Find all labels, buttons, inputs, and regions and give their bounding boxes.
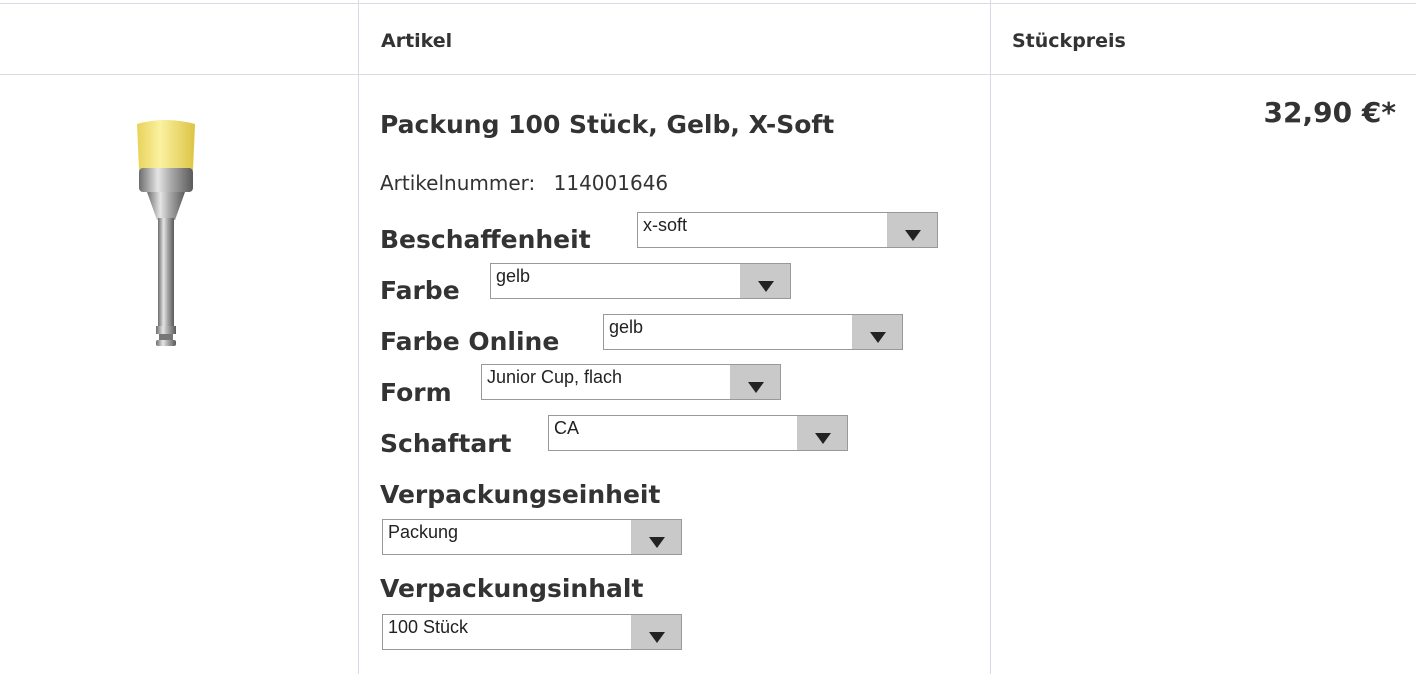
select-value: gelb (496, 266, 531, 286)
product-image[interactable] (120, 112, 210, 352)
select-form[interactable]: Junior Cup, flach (481, 364, 781, 400)
select-value: CA (554, 418, 580, 438)
chevron-down-icon[interactable] (631, 520, 681, 554)
select-farbe[interactable]: gelb (490, 263, 791, 299)
select-value: Packung (388, 522, 459, 542)
article-number-value: 114001646 (553, 171, 669, 195)
column-header-article: Artikel (381, 30, 453, 52)
select-value: 100 Stück (388, 617, 469, 637)
option-label-farbe-online: Farbe Online (380, 327, 560, 356)
option-label-beschaffenheit: Beschaffenheit (380, 225, 591, 254)
row-divider-top (0, 3, 1416, 4)
option-label-verpackungsinhalt: Verpackungsinhalt (380, 574, 644, 603)
article-number-label: Artikelnummer: (380, 171, 536, 195)
chevron-down-icon[interactable] (797, 416, 847, 450)
chevron-down-icon[interactable] (730, 365, 780, 399)
column-divider-2 (990, 0, 991, 674)
option-label-schaftart: Schaftart (380, 429, 512, 458)
unit-price: 32,90 €* (1263, 96, 1396, 129)
option-label-verpackungseinheit: Verpackungseinheit (380, 480, 661, 509)
column-header-price: Stückpreis (1012, 30, 1126, 52)
select-value: x-soft (643, 215, 688, 235)
select-verpackungseinheit[interactable]: Packung (382, 519, 682, 555)
select-farbe-online[interactable]: gelb (603, 314, 903, 350)
option-label-farbe: Farbe (380, 276, 460, 305)
column-divider-1 (358, 0, 359, 674)
chevron-down-icon[interactable] (852, 315, 902, 349)
select-value: gelb (609, 317, 644, 337)
select-verpackungsinhalt[interactable]: 100 Stück (382, 614, 682, 650)
chevron-down-icon[interactable] (740, 264, 790, 298)
select-schaftart[interactable]: CA (548, 415, 848, 451)
select-beschaffenheit[interactable]: x-soft (637, 212, 938, 248)
chevron-down-icon[interactable] (887, 213, 937, 247)
polishing-brush-icon (137, 120, 195, 346)
article-number-row: Artikelnummer: 114001646 (380, 171, 668, 195)
option-label-form: Form (380, 378, 452, 407)
select-value: Junior Cup, flach (487, 367, 623, 387)
product-title[interactable]: Packung 100 Stück, Gelb, X-Soft (380, 110, 834, 139)
row-divider-header (0, 74, 1416, 75)
chevron-down-icon[interactable] (631, 615, 681, 649)
